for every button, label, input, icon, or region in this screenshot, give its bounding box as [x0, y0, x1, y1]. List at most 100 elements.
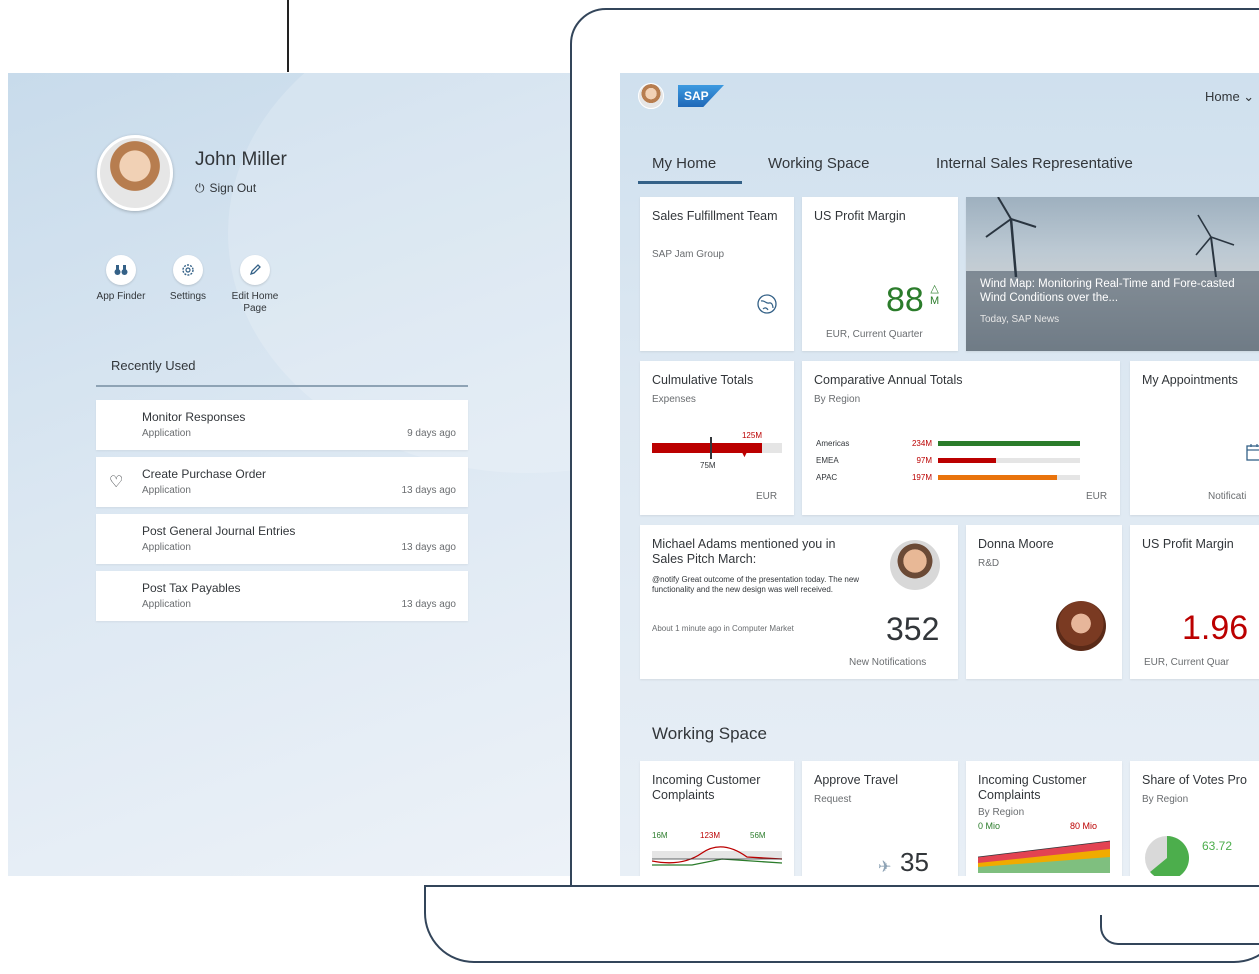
- recent-item[interactable]: Post Tax Payables Application 13 days ag…: [96, 571, 468, 621]
- bar-value: 234M: [911, 439, 932, 448]
- tile-my-appointments[interactable]: My Appointments Notificati: [1130, 361, 1259, 515]
- up-arrow-icon: △: [930, 283, 939, 295]
- recent-item-title: Create Purchase Order: [142, 467, 267, 481]
- heart-icon[interactable]: ♡: [109, 472, 123, 492]
- tile-title: Share of Votes Pro: [1142, 773, 1247, 787]
- recent-item-title: Post General Journal Entries: [142, 524, 296, 538]
- tile-title: Comparative Annual Totals: [814, 373, 963, 387]
- tile-subtitle: Request: [814, 794, 852, 805]
- power-icon: ⏻: [195, 181, 205, 195]
- home-menu-button[interactable]: Home ⌄: [1205, 89, 1254, 105]
- tile-us-profit-margin[interactable]: US Profit Margin 88 △ M EUR, Current Qua…: [802, 197, 958, 351]
- tile-comparative-annual-totals[interactable]: Comparative Annual Totals By Region Amer…: [802, 361, 1120, 515]
- settings-button[interactable]: Settings: [150, 255, 226, 303]
- app-finder-button[interactable]: App Finder: [83, 255, 159, 303]
- recent-item-title: Post Tax Payables: [142, 581, 241, 595]
- kpi-value: 1.96: [1182, 609, 1249, 647]
- pencil-icon: [240, 255, 270, 285]
- mention-meta: About 1 minute ago in Computer Market: [652, 624, 794, 633]
- recent-item[interactable]: ♡ Create Purchase Order Application 13 d…: [96, 457, 468, 507]
- laptop-notch: [1100, 915, 1259, 945]
- tab-internal-sales-representative[interactable]: Internal Sales Representative: [936, 155, 1133, 172]
- tile-cumulative-totals[interactable]: Culmulative Totals Expenses 125M ▼ 75M E…: [640, 361, 794, 515]
- recent-item-type: Application: [142, 485, 191, 496]
- recent-item-title: Monitor Responses: [142, 410, 246, 424]
- kpi-value: 35: [900, 847, 929, 876]
- bullet-marker: [710, 437, 712, 459]
- recent-item-type: Application: [142, 428, 191, 439]
- tile-title: Incoming Customer Complaints: [978, 773, 1087, 802]
- news-headline: Wind Map: Monitoring Real-Time and Fore-…: [980, 278, 1235, 304]
- recent-item-type: Application: [142, 542, 191, 553]
- tile-footer: EUR, Current Quarter: [826, 329, 923, 340]
- bar-fill-apac: [938, 475, 1057, 480]
- notification-count: 352: [886, 611, 940, 647]
- shell-user-avatar[interactable]: [638, 83, 664, 109]
- tile-subtitle: Expenses: [652, 394, 696, 405]
- bar-value: 97M: [916, 456, 932, 465]
- divider: [96, 385, 468, 387]
- sign-out-link[interactable]: ⏻ Sign Out: [195, 181, 256, 196]
- mention-body: @notify Great outcome of the presentatio…: [652, 575, 860, 594]
- recent-item[interactable]: Post General Journal Entries Application…: [96, 514, 468, 564]
- tile-title: Michael Adams mentioned you in Sales Pit…: [652, 537, 836, 566]
- down-arrow-icon: ▼: [740, 449, 749, 459]
- tile-share-of-votes[interactable]: Share of Votes Pro By Region 63.72: [1130, 761, 1259, 876]
- tile-approve-travel-request[interactable]: Approve Travel Request ✈ 35: [802, 761, 958, 876]
- tile-subtitle: By Region: [978, 807, 1025, 818]
- bar-label: EMEA: [816, 456, 839, 465]
- sap-logo: SAP: [678, 85, 724, 107]
- tile-title: Sales Fulfillment Team: [652, 209, 778, 223]
- tile-sales-fulfillment-team[interactable]: Sales Fulfillment Team SAP Jam Group: [640, 197, 794, 351]
- tile-incoming-complaints-by-region[interactable]: Incoming Customer Complaints By Region 0…: [966, 761, 1122, 876]
- tile-subtitle: By Region: [814, 394, 861, 405]
- tile-incoming-complaints[interactable]: Incoming Customer Complaints 16M 123M 56…: [640, 761, 794, 876]
- calendar-icon: [1246, 444, 1259, 461]
- working-space-heading: Working Space: [652, 724, 767, 743]
- tile-title: Culmulative Totals: [652, 373, 754, 387]
- recent-item[interactable]: Monitor Responses Application 9 days ago: [96, 400, 468, 450]
- share-value: 63.72: [1202, 839, 1233, 853]
- tile-title: My Appointments: [1142, 373, 1238, 387]
- recent-item-time: 13 days ago: [401, 542, 457, 553]
- chart-value: 56M: [750, 831, 766, 840]
- tile-currency: EUR: [1086, 491, 1108, 502]
- tile-title: Incoming Customer Complaints: [652, 773, 761, 802]
- tab-my-home[interactable]: My Home: [652, 155, 716, 172]
- edit-home-page-button[interactable]: Edit Home Page: [217, 255, 293, 315]
- pie-chart: [1145, 836, 1190, 876]
- bar-fill-americas: [938, 441, 1080, 446]
- news-source: Today, SAP News: [980, 314, 1060, 325]
- tile-subtitle: By Region: [1142, 794, 1189, 805]
- tile-currency: EUR: [756, 491, 778, 502]
- recently-used-heading: Recently Used: [111, 358, 196, 373]
- tab-selected-indicator: [638, 181, 742, 184]
- tile-us-profit-margin-2[interactable]: US Profit Margin 1.96 EUR, Current Quar: [1130, 525, 1259, 679]
- edit-home-page-label: Edit Home Page: [231, 291, 279, 314]
- tile-title: Donna Moore: [978, 537, 1054, 551]
- axis-min: 0 Mio: [978, 821, 1001, 831]
- airplane-icon: ✈: [878, 859, 892, 876]
- chart-value: 16M: [652, 831, 668, 840]
- donna-moore-avatar: [1056, 601, 1106, 651]
- bar-label: APAC: [816, 473, 838, 482]
- tile-subtitle: R&D: [978, 558, 1000, 569]
- sign-out-label: Sign Out: [209, 181, 257, 195]
- binoculars-icon: [106, 255, 136, 285]
- tile-subtitle: SAP Jam Group: [652, 249, 725, 260]
- chart-value: 123M: [700, 831, 721, 840]
- user-avatar[interactable]: [97, 135, 173, 211]
- tile-mention-notification[interactable]: Michael Adams mentioned you in Sales Pit…: [640, 525, 958, 679]
- line-chart: [652, 846, 782, 866]
- wind-turbine-image: [985, 197, 1235, 277]
- michael-adams-avatar: [890, 540, 940, 590]
- actual-value: 75M: [700, 461, 716, 470]
- tile-donna-moore[interactable]: Donna Moore R&D: [966, 525, 1122, 679]
- tile-news-wind-map[interactable]: Wind Map: Monitoring Real-Time and Fore-…: [966, 197, 1259, 351]
- tile-footer: Notificati: [1208, 491, 1247, 502]
- gear-icon: [173, 255, 203, 285]
- recent-item-time: 13 days ago: [401, 485, 457, 496]
- app-finder-label: App Finder: [96, 291, 146, 302]
- tab-working-space[interactable]: Working Space: [768, 155, 869, 172]
- tile-title: Approve Travel: [814, 773, 899, 787]
